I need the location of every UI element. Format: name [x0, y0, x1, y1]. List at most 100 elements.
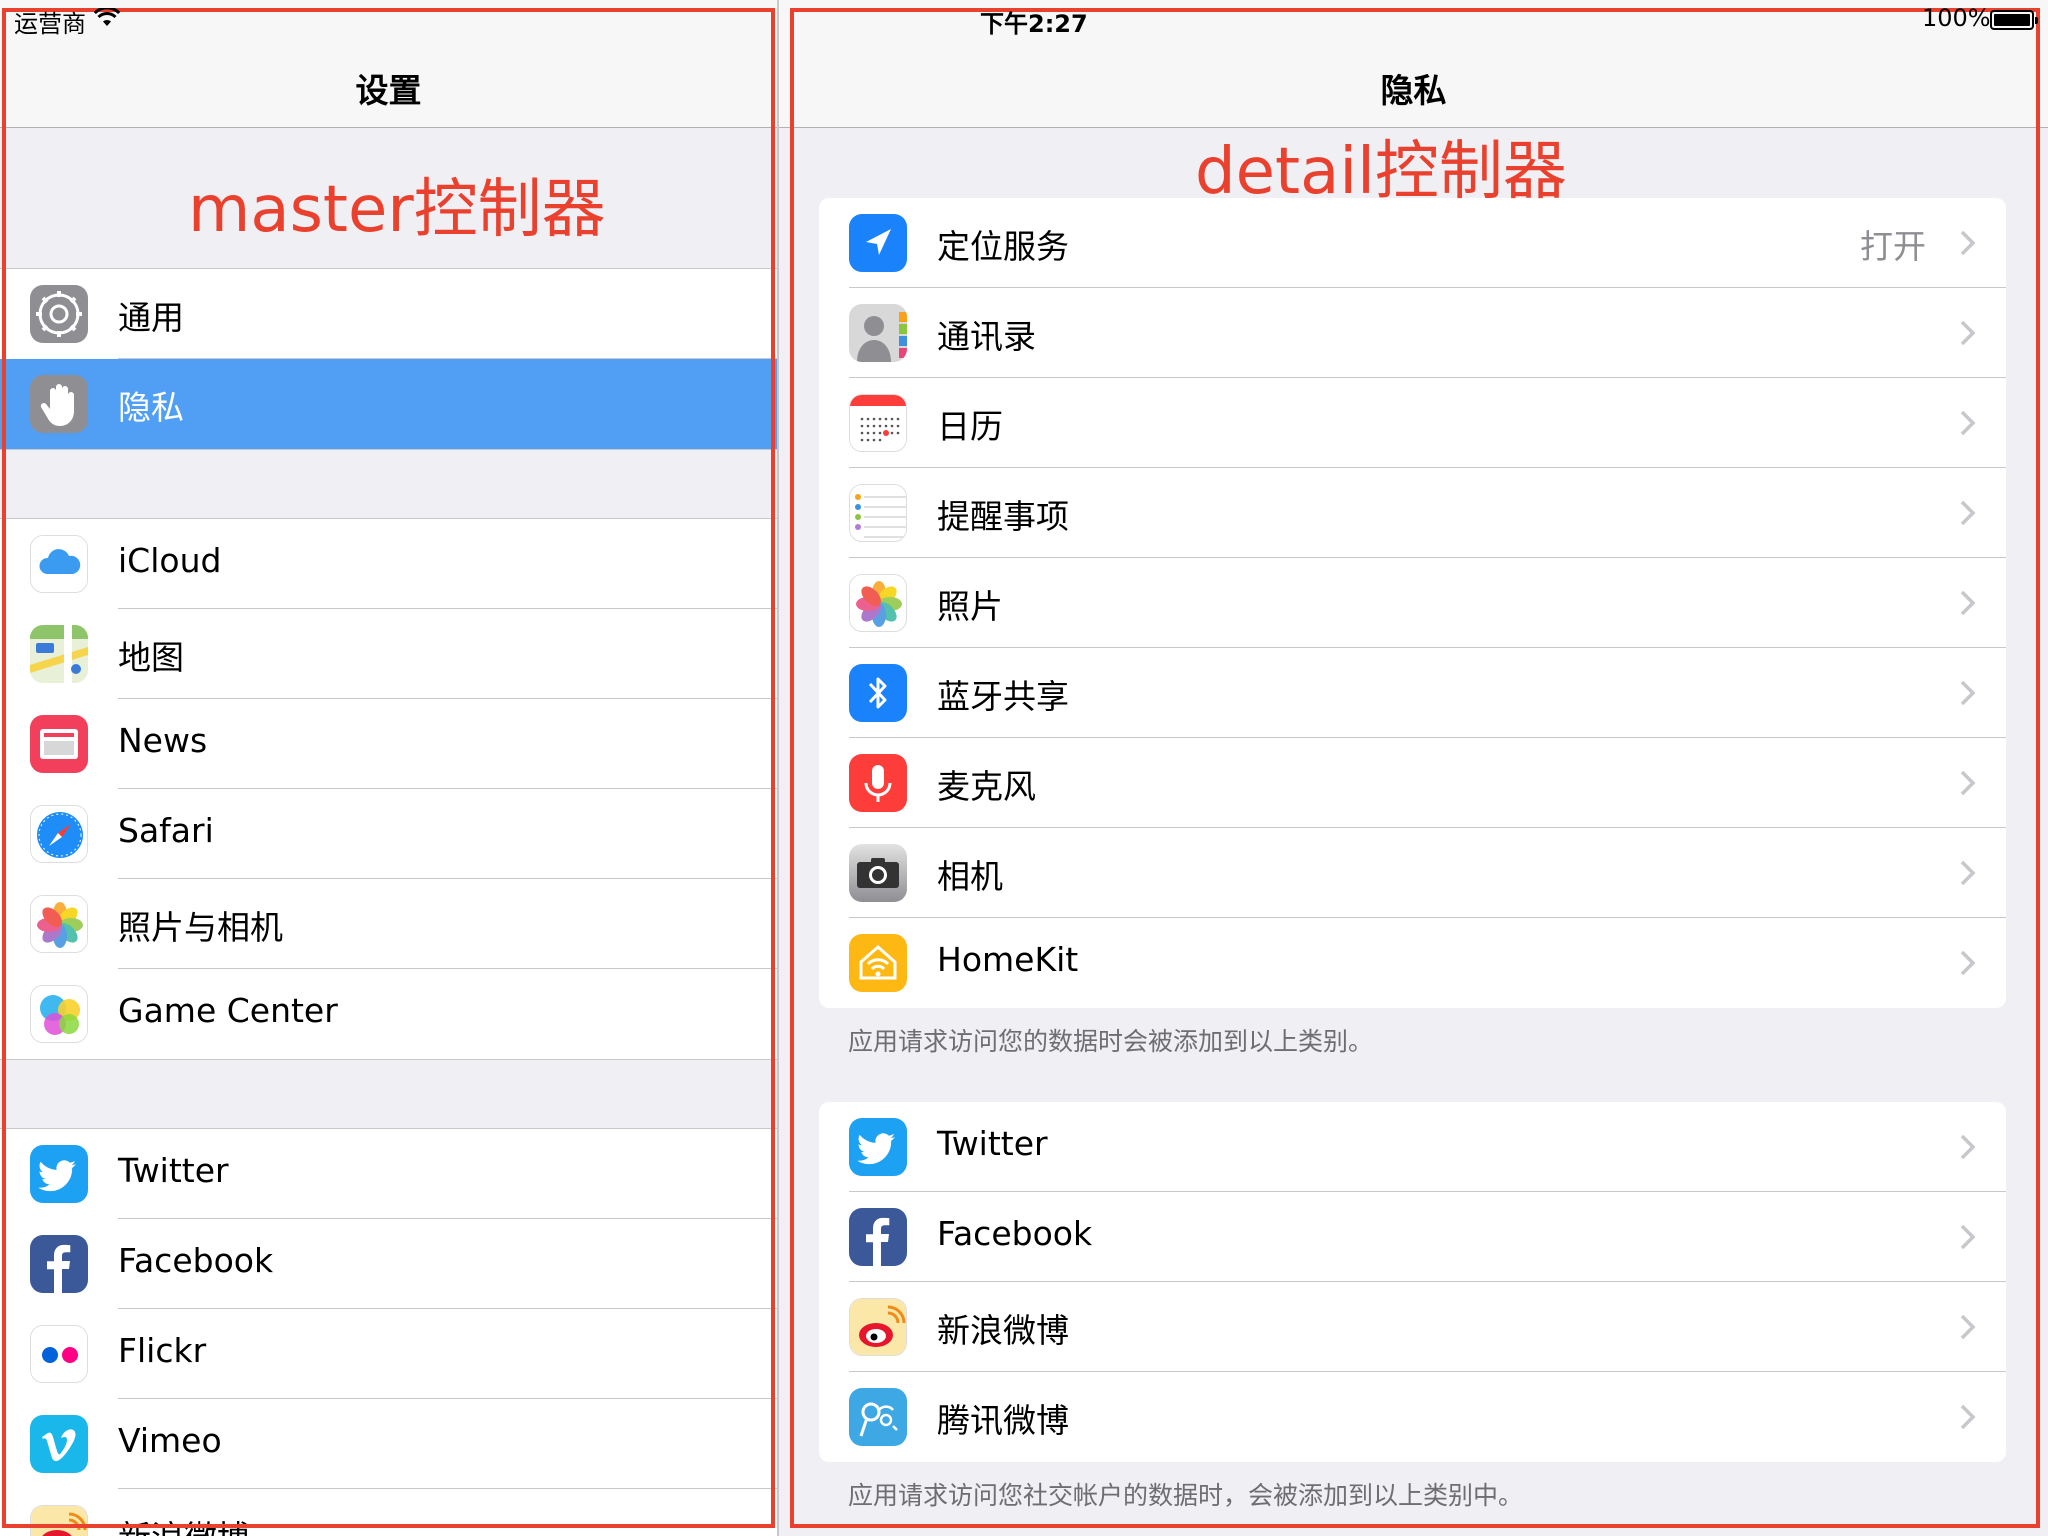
chevron-right-icon	[1958, 589, 1978, 617]
chevron-right-icon	[1958, 679, 1978, 707]
privacy-item-reminders[interactable]: 提醒事项	[819, 468, 2006, 558]
detail-annotation-label: detail控制器	[1195, 135, 1567, 209]
privacy-item-label: 提醒事项	[937, 497, 1069, 536]
settings-item-news[interactable]: News	[0, 699, 777, 789]
privacy-item-homekit[interactable]: HomeKit	[819, 918, 2006, 1008]
privacy-item-label: 定位服务	[937, 227, 1069, 266]
detail-title: 隐私	[1380, 71, 1447, 110]
status-time: 下午2:27	[980, 10, 1088, 38]
settings-item-vimeo[interactable]: Vimeo	[0, 1399, 777, 1489]
settings-item-facebook[interactable]: Facebook	[0, 1219, 777, 1309]
privacy-item-photos[interactable]: 照片	[819, 558, 2006, 648]
settings-item-label: Game Center	[118, 991, 338, 1030]
flickr-icon	[30, 1325, 88, 1383]
settings-item-sina-weibo[interactable]: 新浪微博	[0, 1489, 777, 1536]
hand-icon	[30, 375, 88, 433]
chevron-right-icon	[1958, 1223, 1978, 1251]
contacts-icon	[849, 304, 907, 362]
privacy-footnote-data: 应用请求访问您的数据时会被添加到以上类别。	[848, 1027, 1374, 1056]
wifi-icon	[94, 8, 120, 28]
game-center-icon	[30, 985, 88, 1043]
photos-icon	[30, 895, 88, 953]
homekit-icon	[849, 934, 907, 992]
facebook-icon	[849, 1208, 907, 1266]
icloud-icon	[30, 535, 88, 593]
privacy-item-sina-weibo[interactable]: 新浪微博	[819, 1282, 2006, 1372]
privacy-item-label: 蓝牙共享	[937, 677, 1069, 716]
tencent-weibo-icon	[849, 1388, 907, 1446]
chevron-right-icon	[1958, 769, 1978, 797]
settings-item-game-center[interactable]: Game Center	[0, 969, 777, 1059]
camera-icon	[849, 844, 907, 902]
location-arrow-icon	[849, 214, 907, 272]
settings-item-general[interactable]: 通用	[0, 269, 777, 359]
privacy-item-label: 相机	[937, 857, 1003, 896]
settings-item-label: iCloud	[118, 541, 222, 580]
twitter-icon	[30, 1145, 88, 1203]
privacy-item-camera[interactable]: 相机	[819, 828, 2006, 918]
settings-item-safari[interactable]: Safari	[0, 789, 777, 879]
settings-item-twitter[interactable]: Twitter	[0, 1129, 777, 1219]
settings-item-label: Twitter	[118, 1151, 229, 1190]
chevron-right-icon	[1958, 499, 1978, 527]
bluetooth-icon	[849, 664, 907, 722]
master-section-general: 通用 隐私	[0, 268, 777, 450]
battery-percent: 100%	[1922, 4, 1991, 32]
privacy-item-label: HomeKit	[937, 940, 1079, 979]
privacy-item-label: 腾讯微博	[937, 1401, 1069, 1440]
settings-item-label: Facebook	[118, 1241, 274, 1280]
privacy-group-social: Twitter Facebook 新浪微博 腾讯微博	[819, 1102, 2006, 1462]
chevron-right-icon	[1958, 409, 1978, 437]
master-section-social: Twitter Facebook Flickr Vimeo	[0, 1128, 777, 1536]
master-section-apps: iCloud 地图 News Safari 照片与相机 Game Center	[0, 518, 777, 1060]
settings-item-label: 通用	[118, 298, 184, 337]
privacy-item-value: 打开	[1860, 227, 1926, 266]
settings-item-label: 地图	[118, 638, 184, 677]
settings-item-flickr[interactable]: Flickr	[0, 1309, 777, 1399]
master-annotation-label: master控制器	[188, 173, 606, 247]
gear-icon	[30, 285, 88, 343]
settings-item-label: Flickr	[118, 1331, 207, 1370]
detail-pane: 隐私 定位服务 打开 通讯录 日历 提醒事项 照片 蓝牙共享 麦克风 相机 Ho…	[779, 0, 2048, 1536]
settings-item-label: Safari	[118, 811, 214, 850]
photos-icon	[849, 574, 907, 632]
battery-icon	[1990, 10, 2038, 30]
privacy-item-tencent-weibo[interactable]: 腾讯微博	[819, 1372, 2006, 1462]
privacy-item-bluetooth[interactable]: 蓝牙共享	[819, 648, 2006, 738]
privacy-item-contacts[interactable]: 通讯录	[819, 288, 2006, 378]
calendar-icon	[849, 394, 907, 452]
privacy-item-label: 照片	[937, 587, 1003, 626]
privacy-item-label: 新浪微博	[937, 1311, 1069, 1350]
privacy-item-label: Twitter	[937, 1124, 1048, 1163]
settings-item-label: 新浪微博	[118, 1511, 250, 1536]
weibo-icon	[849, 1298, 907, 1356]
reminders-icon	[849, 484, 907, 542]
privacy-item-twitter[interactable]: Twitter	[819, 1102, 2006, 1192]
chevron-right-icon	[1958, 1133, 1978, 1161]
privacy-group-data: 定位服务 打开 通讯录 日历 提醒事项 照片 蓝牙共享 麦克风 相机 HomeK…	[819, 198, 2006, 1008]
privacy-item-calendar[interactable]: 日历	[819, 378, 2006, 468]
settings-item-privacy[interactable]: 隐私	[0, 359, 777, 449]
chevron-right-icon	[1958, 1403, 1978, 1431]
privacy-item-label: 日历	[937, 407, 1003, 446]
maps-icon	[30, 625, 88, 683]
news-icon	[30, 715, 88, 773]
privacy-item-label: 通讯录	[937, 317, 1036, 356]
settings-item-photos-camera[interactable]: 照片与相机	[0, 879, 777, 969]
chevron-right-icon	[1958, 949, 1978, 977]
privacy-item-facebook[interactable]: Facebook	[819, 1192, 2006, 1282]
privacy-item-label: 麦克风	[937, 767, 1036, 806]
settings-item-maps[interactable]: 地图	[0, 609, 777, 699]
master-title: 设置	[355, 71, 422, 110]
chevron-right-icon	[1958, 1313, 1978, 1341]
status-bar: 运营商 下午2:27 100%	[0, 0, 2048, 40]
weibo-icon	[30, 1505, 88, 1536]
chevron-right-icon	[1958, 229, 1978, 257]
settings-item-label: 照片与相机	[118, 908, 283, 947]
settings-item-icloud[interactable]: iCloud	[0, 519, 777, 609]
privacy-item-microphone[interactable]: 麦克风	[819, 738, 2006, 828]
settings-item-label: Vimeo	[118, 1421, 222, 1460]
carrier-label: 运营商	[14, 10, 86, 38]
chevron-right-icon	[1958, 859, 1978, 887]
settings-item-label: 隐私	[118, 388, 184, 427]
